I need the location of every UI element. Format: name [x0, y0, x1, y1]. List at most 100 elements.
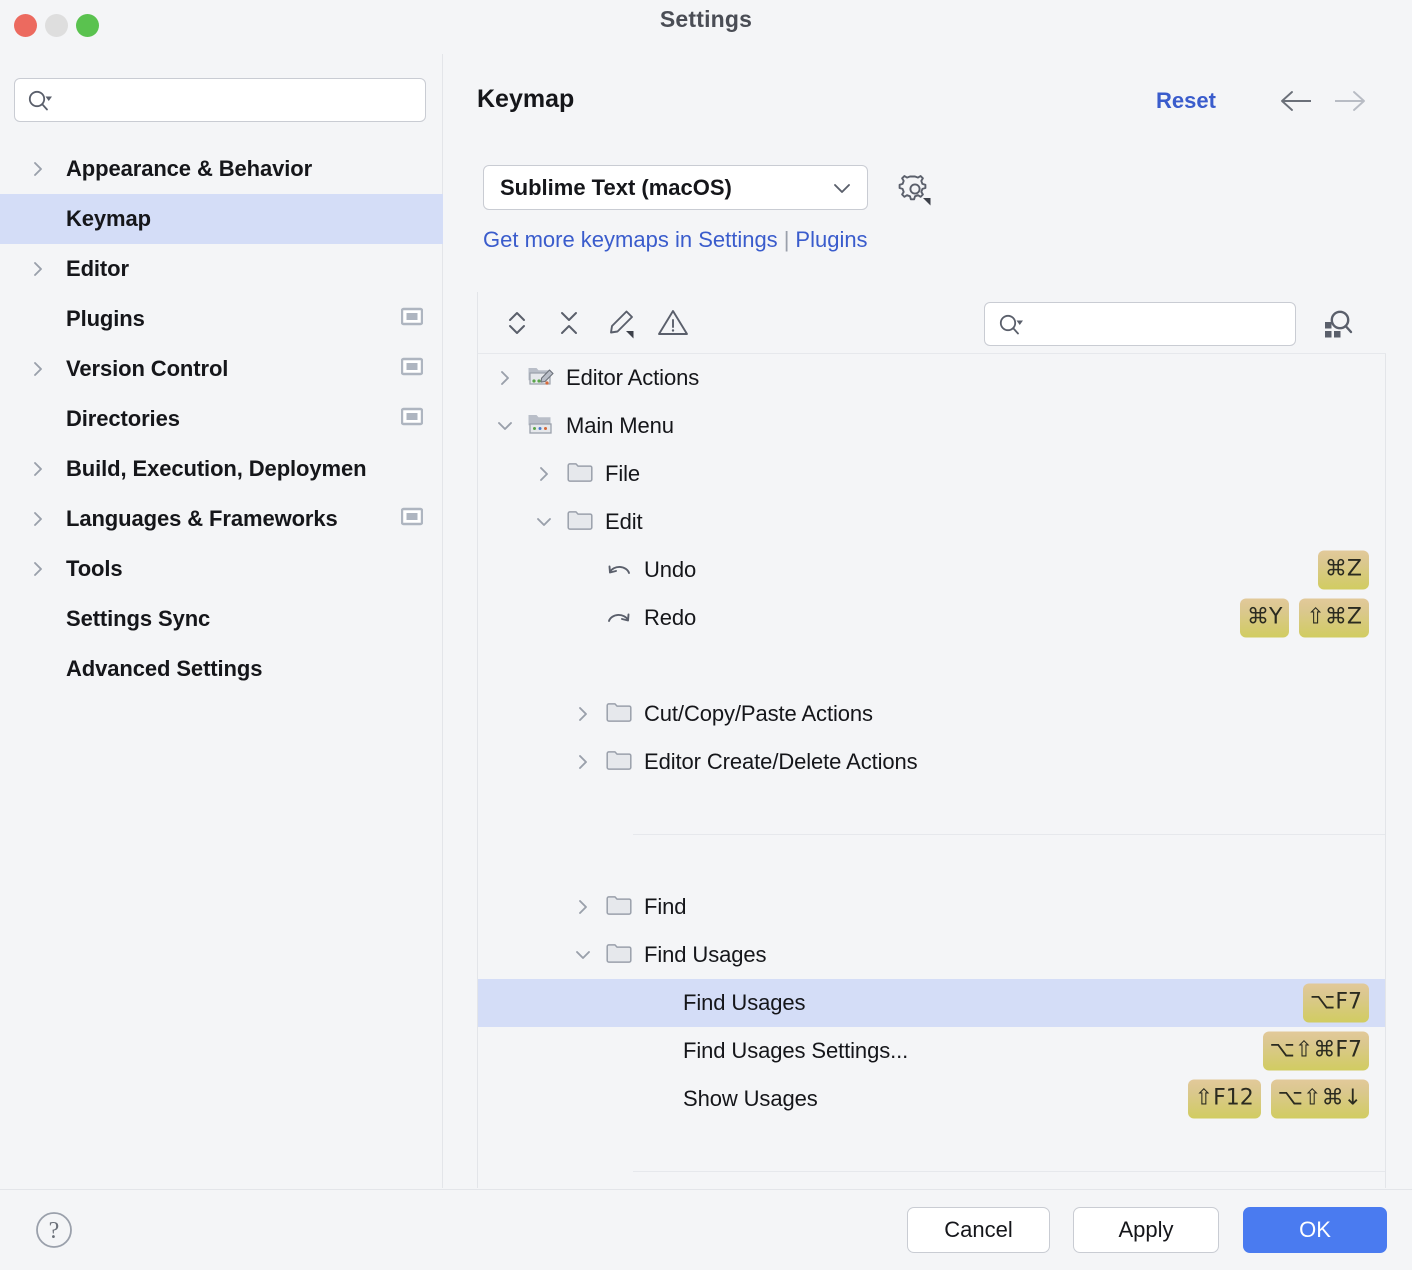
tree-row[interactable]: File [478, 450, 1385, 498]
tree-row-label: Find Usages Settings... [683, 1038, 909, 1063]
sidebar-item-languages-frameworks[interactable]: Languages & Frameworks [0, 494, 443, 544]
sidebar-item-plugins[interactable]: Plugins [0, 294, 443, 344]
chevron-right-icon[interactable] [28, 509, 66, 529]
keymap-links-row: Get more keymaps in Settings | Plugins [483, 227, 868, 253]
tree-row[interactable]: Find Usages ⌥F7 [478, 979, 1385, 1027]
chevron-right-icon[interactable] [534, 464, 554, 484]
collapse-all-icon[interactable] [552, 306, 586, 345]
tree-row[interactable]: Edit [478, 498, 1385, 546]
keymap-tree-panel: Editor Actions Main Menu File Edit Undo ⌘Z Red… [477, 292, 1386, 1188]
help-icon[interactable]: ? [32, 1208, 76, 1257]
sidebar-item-label: Appearance & Behavior [66, 156, 313, 181]
sidebar-item-keymap[interactable]: Keymap [0, 194, 443, 244]
tree-row[interactable]: Redo ⌘Y ⇧⌘Z [478, 594, 1385, 642]
sidebar-item-advanced-settings[interactable]: Advanced Settings [0, 644, 443, 694]
sidebar-item-build-execution-deploymen[interactable]: Build, Execution, Deploymen [0, 444, 443, 494]
sidebar-item-editor[interactable]: Editor [0, 244, 443, 294]
chevron-right-icon[interactable] [573, 752, 593, 772]
reset-link[interactable]: Reset [1156, 88, 1216, 114]
folder-icon [566, 460, 594, 489]
chevron-right-icon[interactable] [573, 704, 593, 724]
sidebar-item-label: Keymap [66, 206, 151, 231]
gear-icon[interactable] [896, 170, 934, 213]
folder-icon [566, 508, 594, 537]
chevron-down-icon[interactable] [573, 945, 593, 965]
keymap-tree[interactable]: Editor Actions Main Menu File Edit Undo ⌘Z Red… [478, 354, 1386, 1188]
sidebar-item-appearance-behavior[interactable]: Appearance & Behavior [0, 144, 443, 194]
project-scope-icon [400, 357, 424, 381]
folder-icon [605, 748, 633, 777]
back-arrow-icon[interactable] [1279, 88, 1315, 119]
link-separator: | [783, 227, 790, 252]
page-title: Keymap [477, 85, 575, 113]
chevron-right-icon[interactable] [28, 359, 66, 379]
chevron-right-icon[interactable] [28, 159, 66, 179]
window-title: Settings [659, 6, 753, 32]
sidebar-search-input[interactable] [14, 78, 426, 122]
sidebar-item-directories[interactable]: Directories [0, 394, 443, 444]
folder-icon [605, 700, 633, 729]
chevron-right-icon[interactable] [28, 559, 66, 579]
forward-arrow-icon[interactable] [1331, 88, 1367, 119]
tree-row[interactable]: Find Usages Settings... ⌥⇧⌘F7 [478, 1027, 1385, 1075]
tree-row-label: Find Usages [644, 942, 767, 967]
chevron-right-icon[interactable] [495, 368, 515, 388]
sidebar-item-settings-sync[interactable]: Settings Sync [0, 594, 443, 644]
conflicts-warning-icon[interactable] [656, 306, 690, 345]
tree-row-label: Find [644, 894, 687, 919]
tree-row[interactable]: Find [478, 883, 1385, 931]
tree-row[interactable]: Editor Create/Delete Actions [478, 738, 1385, 786]
tree-row-label: Undo [644, 557, 697, 582]
shortcut-badge: ⌥⇧⌘F7 [1262, 1031, 1369, 1071]
keymap-tree-toolbar [478, 292, 1386, 354]
tree-row[interactable]: Editor Actions [478, 354, 1385, 402]
keymap-select[interactable]: Sublime Text (macOS) [483, 165, 868, 210]
tree-row[interactable]: Undo ⌘Z [478, 546, 1385, 594]
folder-icon [605, 941, 633, 970]
sidebar-item-version-control[interactable]: Version Control [0, 344, 443, 394]
search-icon [998, 313, 1024, 342]
tree-row[interactable]: Show Usages ⇧F12 ⌥⇧⌘↓ [478, 1075, 1385, 1123]
sidebar-item-label: Version Control [66, 356, 229, 381]
settings-sidebar: Appearance & Behavior Keymap Editor Plugins… [0, 54, 443, 1188]
tree-row-label: Editor Create/Delete Actions [644, 749, 918, 774]
find-by-shortcut-icon[interactable] [1318, 305, 1356, 348]
title-bar: Settings [0, 0, 1412, 54]
chevron-right-icon[interactable] [573, 897, 593, 917]
plugins-link[interactable]: Plugins [795, 227, 867, 252]
tree-row[interactable]: Find Usages [478, 931, 1385, 979]
tree-row[interactable]: Cut/Copy/Paste Actions [478, 690, 1385, 738]
sidebar-item-label: Advanced Settings [66, 656, 263, 681]
chevron-down-icon[interactable] [534, 512, 554, 532]
sidebar-item-label: Settings Sync [66, 606, 211, 631]
shortcut-badge: ⌥⇧⌘↓ [1270, 1079, 1369, 1119]
project-scope-icon [400, 507, 424, 531]
tree-row-label: Main Menu [566, 413, 674, 438]
sidebar-item-label: Plugins [66, 306, 145, 331]
chevron-right-icon[interactable] [28, 459, 66, 479]
shortcut-list: ⌘Y ⇧⌘Z [1240, 598, 1369, 638]
shortcut-list: ⌘Z [1317, 550, 1369, 590]
project-scope-icon [400, 407, 424, 431]
undo-arrow-icon [605, 556, 633, 585]
chevron-down-icon [832, 181, 867, 195]
tree-row[interactable]: Main Menu [478, 402, 1385, 450]
keymap-search-input[interactable] [984, 302, 1296, 346]
sidebar-item-tools[interactable]: Tools [0, 544, 443, 594]
cancel-button[interactable]: Cancel [907, 1207, 1050, 1253]
chevron-right-icon[interactable] [28, 259, 66, 279]
sidebar-item-label: Tools [66, 556, 123, 581]
chevron-down-icon[interactable] [495, 416, 515, 436]
shortcut-list: ⇧F12 ⌥⇧⌘↓ [1187, 1079, 1369, 1119]
shortcut-badge: ⌘Y [1240, 598, 1290, 638]
apply-button[interactable]: Apply [1073, 1207, 1219, 1253]
settings-content: Keymap Reset Sublime Text (macOS) Get mo… [444, 54, 1412, 1188]
edit-shortcut-icon[interactable] [604, 306, 638, 345]
folder-icon [605, 893, 633, 922]
shortcut-list: ⌥⇧⌘F7 [1262, 1031, 1369, 1071]
expand-all-icon[interactable] [500, 306, 534, 345]
ok-button[interactable]: OK [1243, 1207, 1387, 1253]
get-more-keymaps-link[interactable]: Get more keymaps in Settings [483, 227, 778, 252]
